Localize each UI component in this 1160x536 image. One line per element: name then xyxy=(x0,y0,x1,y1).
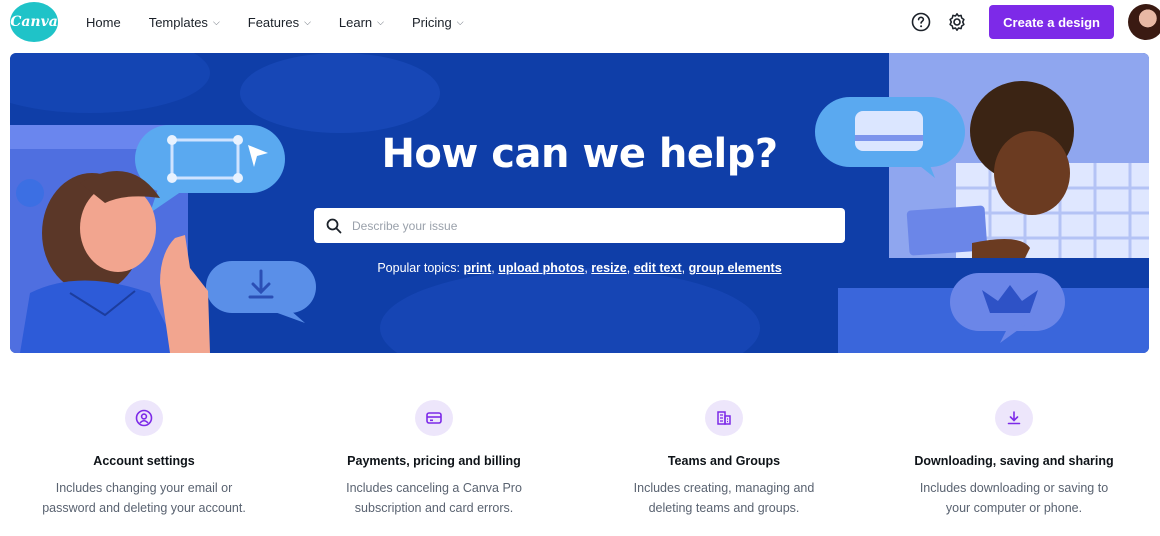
avatar[interactable] xyxy=(1128,4,1160,40)
search-bar[interactable] xyxy=(314,208,845,243)
credit-card-icon xyxy=(415,400,453,436)
nav-item-label: Learn xyxy=(338,14,373,30)
download-icon xyxy=(995,400,1033,436)
nav-item-features[interactable]: Features ⌵ xyxy=(248,15,311,30)
question-circle-icon[interactable] xyxy=(909,10,933,34)
category-downloading[interactable]: Downloading, saving and sharing Includes… xyxy=(894,400,1134,518)
nav-menu: Home Templates ⌵ Features ⌵ Learn ⌵ Pricing… xyxy=(86,0,492,44)
hero-illustration xyxy=(10,53,1149,353)
category-title: Payments, pricing and billing xyxy=(347,454,521,468)
category-payments[interactable]: Payments, pricing and billing Includes c… xyxy=(314,400,554,518)
topic-link-upload-photos[interactable]: upload photos xyxy=(498,261,584,275)
description-line: Includes canceling a Canva Pro xyxy=(346,481,522,495)
top-nav: Canva Home Templates ⌵ Features ⌵ Learn ⌵ P… xyxy=(0,0,1160,44)
description-line: Includes creating, managing and xyxy=(633,481,815,495)
search-icon xyxy=(326,218,342,233)
chevron-down-icon: ⌵ xyxy=(212,16,220,27)
canva-logo[interactable]: Canva xyxy=(10,2,58,42)
search-input[interactable] xyxy=(352,218,832,233)
nav-item-home[interactable]: Home xyxy=(86,15,121,30)
hero-title: How can we help? xyxy=(381,131,778,177)
category-description: Includes creating, managing and deleting … xyxy=(604,478,844,518)
nav-item-label: Pricing xyxy=(411,14,452,30)
description-line: password and deleting your account. xyxy=(42,501,246,515)
category-title: Downloading, saving and sharing xyxy=(914,454,1114,468)
chevron-down-icon: ⌵ xyxy=(456,16,464,27)
category-title: Account settings xyxy=(93,454,195,468)
nav-actions: Create a design xyxy=(909,0,1160,44)
nav-item-label: Home xyxy=(86,14,121,30)
building-icon xyxy=(705,400,743,436)
category-description: Includes changing your email or password … xyxy=(24,478,264,518)
user-circle-icon xyxy=(125,400,163,436)
description-line: Includes downloading or saving to xyxy=(919,481,1109,495)
logo-text: Canva xyxy=(10,14,58,30)
topic-link-group-elements[interactable]: group elements xyxy=(689,261,782,275)
category-title: Teams and Groups xyxy=(667,454,781,468)
nav-item-pricing[interactable]: Pricing ⌵ xyxy=(412,15,464,30)
description-line: subscription and card errors. xyxy=(354,501,514,515)
category-account-settings[interactable]: Account settings Includes changing your … xyxy=(24,400,264,518)
category-description: Includes canceling a Canva Pro subscripti… xyxy=(314,478,554,518)
category-teams-groups[interactable]: Teams and Groups Includes creating, mana… xyxy=(604,400,844,518)
popular-topics: Popular topics: print, upload photos, re… xyxy=(377,261,782,275)
topic-link-edit-text[interactable]: edit text xyxy=(634,261,682,275)
chevron-down-icon: ⌵ xyxy=(377,16,384,27)
topic-link-print[interactable]: print xyxy=(464,261,492,275)
category-description: Includes downloading or saving to your co… xyxy=(894,478,1134,518)
description-line: Includes changing your email or xyxy=(55,481,233,495)
nav-item-label: Templates xyxy=(148,14,208,30)
gear-icon[interactable] xyxy=(945,10,969,34)
chevron-down-icon: ⌵ xyxy=(304,16,311,27)
popular-topics-label: Popular topics: xyxy=(377,261,461,275)
create-design-button[interactable]: Create a design xyxy=(989,5,1114,39)
topic-link-resize[interactable]: resize xyxy=(591,261,626,275)
description-line: deleting teams and groups. xyxy=(648,501,800,515)
nav-item-learn[interactable]: Learn ⌵ xyxy=(339,15,384,30)
help-categories: Account settings Includes changing your … xyxy=(0,400,1160,536)
hero-banner: How can we help? Popular topics: print, … xyxy=(10,53,1149,353)
description-line: your computer or phone. xyxy=(945,501,1083,515)
nav-item-label: Features xyxy=(247,14,300,30)
nav-item-templates[interactable]: Templates ⌵ xyxy=(149,15,220,30)
